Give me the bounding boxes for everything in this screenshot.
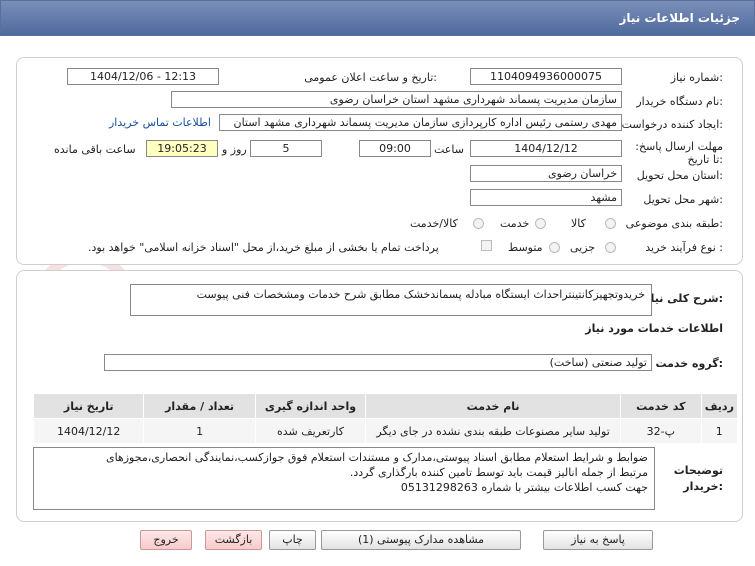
payment-checkbox[interactable] [481,240,492,251]
request-creator-label: ایجاد کننده درخواست: [621,118,723,131]
col-row: ردیف [700,393,739,419]
subject-category-label: طبقه بندی موضوعی: [625,217,723,230]
cell-need-date: 1404/12/12 [32,418,145,444]
services-info-heading: اطلاعات خدمات مورد نیاز [585,322,723,335]
col-service-name: نام خدمت [365,393,622,419]
radio-khedmat-label: خدمت [500,217,530,230]
service-group-field: تولید صنعتی (ساخت) [104,354,652,371]
remaining-label: ساعت باقی مانده [54,143,136,156]
need-number-field: 1104094936000075 [470,68,622,85]
radio-kala-khedmat-label: کالا/خدمت [410,217,458,230]
reply-deadline-label: مهلت ارسال پاسخ: تا تاریخ: [635,140,723,166]
announce-datetime-field: 1404/12/06 - 12:13 [67,68,219,85]
reply-date-field: 1404/12/12 [470,140,622,157]
page-header: جزئیات اطلاعات نیاز [0,0,755,36]
reply-button[interactable]: پاسخ به نیاز [543,530,653,550]
need-number-label: شماره نیاز: [670,71,723,84]
services-table: ردیف کد خدمت نام خدمت واحد اندازه گیری ت… [32,393,739,444]
cell-service-code: پ-32 [620,418,702,444]
payment-note: پرداخت تمام یا بخشی از مبلغ خرید،از محل … [88,241,439,254]
reply-time-field: 09:00 [359,140,431,157]
buyer-notes-line-3: جهت کسب اطلاعات بیشتر با شماره 051312982… [400,481,648,494]
delivery-province-label: استان محل تحویل: [636,169,723,182]
back-button[interactable]: بازگشت [205,530,262,550]
page-title: جزئیات اطلاعات نیاز [619,11,740,25]
days-label: روز و [222,143,247,156]
table-header-row: ردیف کد خدمت نام خدمت واحد اندازه گیری ت… [32,393,739,419]
announce-datetime-label: تاریخ و ساعت اعلان عمومی: [304,71,437,84]
cell-quantity: 1 [143,418,256,444]
buyer-notes-line-2: مرتبط از جمله انالیز قیمت باید توسط تامی… [349,466,648,479]
contact-buyer-link[interactable]: اطلاعات تماس خریدار [109,116,211,129]
radio-jozi[interactable] [605,242,616,253]
col-quantity: تعداد / مقدار [143,393,256,419]
general-desc-field: خریدوتجهیزکانتینتراحداث ایستگاه مبادله پ… [130,284,652,316]
table-row: 1 پ-32 تولید سایر مصنوعات طبقه بندی نشده… [32,418,739,444]
cell-row: 1 [700,418,739,444]
delivery-province-field: خراسان رضوی [470,165,622,182]
reply-time-label: ساعت [434,143,464,156]
buyer-org-label: نام دستگاه خریدار: [636,95,723,108]
request-creator-field: مهدی رستمی رئیس اداره کارپردازی سازمان م… [219,114,622,131]
exit-button[interactable]: خروج [140,530,192,550]
radio-kala-khedmat[interactable] [473,218,484,229]
radio-kala-label: کالا [571,217,586,230]
col-service-code: کد خدمت [620,393,702,419]
days-remaining-field: 5 [250,140,322,157]
radio-khedmat[interactable] [535,218,546,229]
radio-jozi-label: جزیی [570,241,596,254]
service-group-label: گروه خدمت: [655,357,723,370]
col-need-date: تاریخ نیاز [32,393,145,419]
buyer-notes-label: توضیحات خریدار: [673,464,723,493]
buyer-notes-field: ضوابط و شرایط استعلام مطابق اسناد پیوستی… [33,447,655,510]
radio-motevaset[interactable] [549,242,560,253]
time-remaining-field: 19:05:23 [146,140,218,157]
cell-unit: کارتعریف شده [254,418,367,444]
purchase-type-label: نوع فرآیند خرید : [645,241,723,254]
buyer-notes-line-1: ضوابط و شرایط استعلام مطابق اسناد پیوستی… [105,451,648,464]
delivery-city-label: شهر محل تحویل: [643,193,723,206]
cell-service-name: تولید سایر مصنوعات طبقه بندی نشده در جای… [365,418,622,444]
buyer-org-field: سازمان مدیریت پسماند شهرداری مشهد استان … [171,91,622,108]
print-button[interactable]: چاپ [269,530,316,550]
radio-kala[interactable] [605,218,616,229]
delivery-city-field: مشهد [470,189,622,206]
col-unit: واحد اندازه گیری [254,393,367,419]
radio-motevaset-label: متوسط [508,241,543,254]
view-docs-button[interactable]: مشاهده مدارک پیوستی (1) [321,530,521,550]
general-desc-label: شرح کلی نیاز: [644,292,723,305]
